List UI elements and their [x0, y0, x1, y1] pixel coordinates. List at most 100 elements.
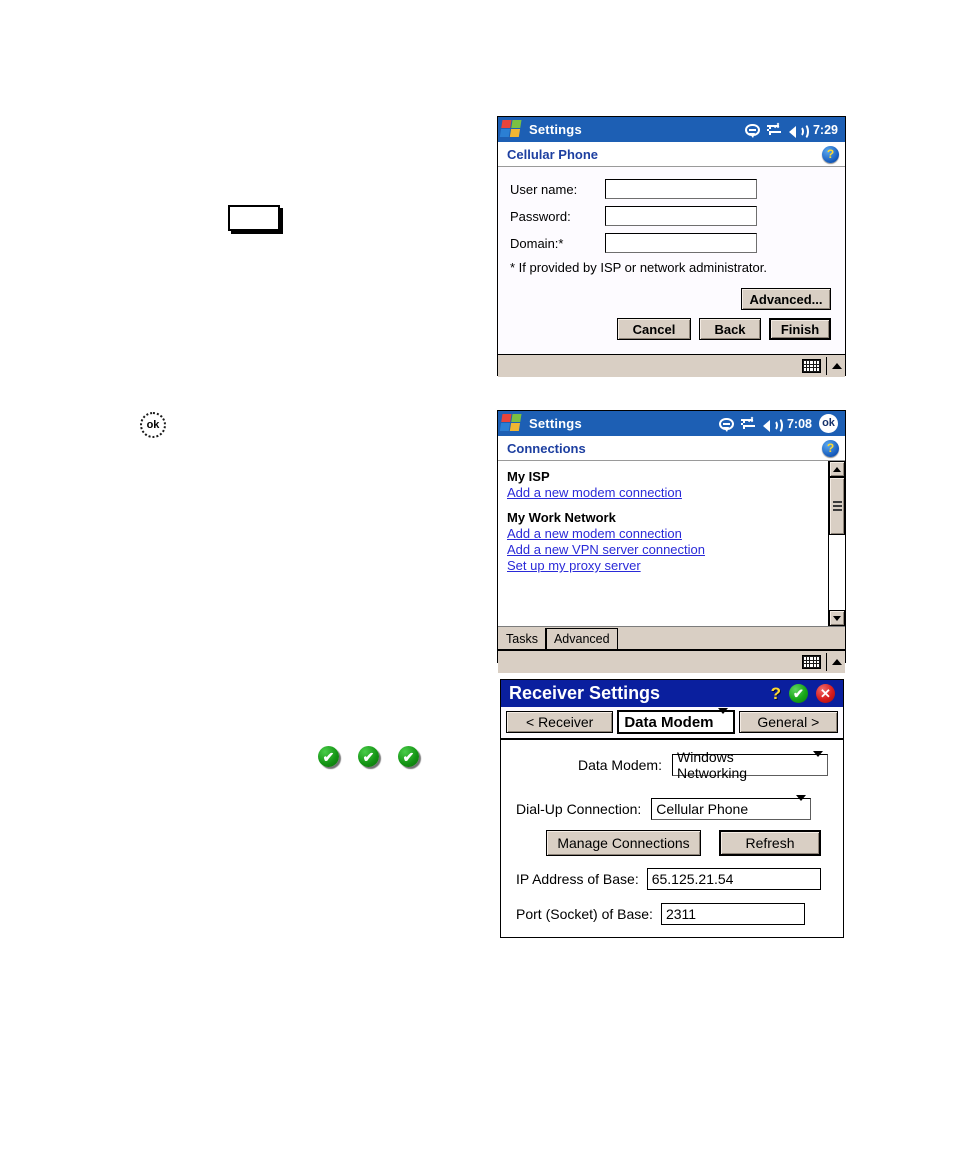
- ip-address-label: IP Address of Base:: [516, 871, 639, 887]
- page-title: Cellular Phone: [507, 146, 599, 162]
- page-title: Connections: [507, 440, 586, 456]
- chat-bubble-icon[interactable]: [718, 417, 734, 432]
- keyboard-icon[interactable]: [802, 655, 821, 669]
- titlebar: Settings 7:29: [498, 117, 845, 142]
- manage-connections-button[interactable]: Manage Connections: [546, 830, 701, 856]
- network-connection-icon[interactable]: [740, 416, 756, 430]
- ok-button[interactable]: ok: [819, 414, 838, 433]
- scroll-up-arrow-icon: [833, 466, 841, 472]
- wizard-button-row: Cancel Back Finish: [510, 318, 831, 340]
- receiver-settings-window: Receiver Settings ? ✔ ✕ < Receiver Data …: [500, 679, 844, 938]
- green-check-icon: ✔: [318, 746, 339, 767]
- dialup-connection-value: Cellular Phone: [656, 801, 749, 817]
- chevron-down-icon: [807, 751, 823, 773]
- titlebar: Receiver Settings ? ✔ ✕: [501, 680, 843, 707]
- keyboard-icon[interactable]: [802, 359, 821, 373]
- advanced-button[interactable]: Advanced...: [741, 288, 831, 310]
- green-check-icon: ✔: [398, 746, 419, 767]
- form-row-domain: Domain:*: [510, 233, 831, 253]
- form-row-dialup: Dial-Up Connection: Cellular Phone: [516, 795, 828, 820]
- system-tray: 7:08 ok: [718, 414, 845, 434]
- data-modem-dropdown[interactable]: Windows Networking: [672, 749, 828, 781]
- page-header: Connections ?: [498, 436, 845, 461]
- page-selector-dropdown[interactable]: Data Modem: [617, 707, 735, 734]
- titlebar: Settings 7:08 ok: [498, 411, 845, 436]
- username-label: User name:: [510, 181, 578, 197]
- form-row-data-modem: Data Modem: Windows Networking: [516, 749, 828, 781]
- chat-bubble-icon[interactable]: [744, 123, 760, 138]
- sip-bar: [498, 354, 845, 377]
- chevron-down-icon: [717, 707, 728, 731]
- up-arrow-icon[interactable]: [832, 659, 842, 665]
- tab-advanced[interactable]: Advanced: [545, 628, 618, 649]
- port-label: Port (Socket) of Base:: [516, 906, 653, 922]
- scroll-thumb[interactable]: [829, 477, 845, 535]
- group-title-my-work-network: My Work Network: [507, 510, 616, 525]
- back-button[interactable]: Back: [699, 318, 761, 340]
- domain-input[interactable]: [605, 233, 757, 253]
- chevron-down-icon: [790, 795, 807, 817]
- link-add-modem-connection-isp[interactable]: Add a new modem connection: [507, 485, 682, 500]
- volume-speaker-icon[interactable]: [788, 123, 809, 140]
- scroll-down-arrow-icon: [833, 615, 841, 621]
- app-title: Settings: [529, 416, 582, 431]
- password-input[interactable]: [605, 206, 757, 226]
- titlebar-buttons: ? ✔ ✕: [771, 684, 843, 703]
- domain-label: Domain:*: [510, 235, 564, 251]
- link-add-vpn-server-connection[interactable]: Add a new VPN server connection: [507, 542, 705, 557]
- green-check-icon: ✔: [358, 746, 379, 767]
- page-selector-value: Data Modem: [624, 713, 714, 731]
- ip-address-input[interactable]: 65.125.21.54: [646, 868, 821, 890]
- form-row-username: User name:: [510, 179, 831, 199]
- form-row-buttons: Manage Connections Refresh: [516, 830, 828, 856]
- port-input[interactable]: 2311: [660, 903, 805, 925]
- password-label: Password:: [510, 208, 571, 224]
- advanced-button-row: Advanced...: [510, 288, 831, 310]
- dialup-connection-label: Dial-Up Connection:: [516, 801, 642, 817]
- windows-flag-icon[interactable]: [499, 120, 523, 139]
- app-title: Settings: [529, 122, 582, 137]
- dialup-connection-dropdown[interactable]: Cellular Phone: [651, 795, 812, 820]
- volume-speaker-icon[interactable]: [762, 417, 783, 434]
- vertical-scrollbar[interactable]: [828, 461, 845, 626]
- cellular-phone-window: Settings 7:29 Cellular Phone ? User name…: [497, 116, 846, 377]
- scroll-up-button[interactable]: [829, 461, 845, 477]
- footnote: * If provided by ISP or network administ…: [510, 260, 767, 275]
- prev-page-button[interactable]: < Receiver: [506, 711, 614, 733]
- tab-tasks[interactable]: Tasks: [499, 628, 546, 649]
- system-tray: 7:29: [744, 122, 845, 140]
- scroll-track[interactable]: [829, 477, 845, 610]
- connections-list: My ISP Add a new modem connection My Wor…: [498, 461, 845, 627]
- next-page-button[interactable]: General >: [738, 711, 838, 733]
- network-connection-icon[interactable]: [766, 122, 782, 136]
- group-title-my-isp: My ISP: [507, 469, 550, 484]
- windows-flag-icon[interactable]: [499, 414, 523, 433]
- form-row-ip-address: IP Address of Base: 65.125.21.54: [516, 868, 828, 890]
- username-input[interactable]: [605, 179, 757, 199]
- divider: [826, 653, 827, 671]
- cancel-button[interactable]: Cancel: [617, 318, 691, 340]
- receiver-form-body: Data Modem: Windows Networking Dial-Up C…: [501, 740, 843, 925]
- refresh-button[interactable]: Refresh: [719, 830, 821, 856]
- form-row-password: Password:: [510, 206, 831, 226]
- data-modem-value: Windows Networking: [677, 749, 748, 781]
- sip-bar: [498, 650, 845, 673]
- help-icon[interactable]: ?: [822, 145, 839, 163]
- clock[interactable]: 7:08: [787, 417, 812, 431]
- connections-window: Settings 7:08 ok Connections ? My ISP Ad…: [497, 410, 846, 673]
- page-nav-bar: < Receiver Data Modem General >: [501, 707, 843, 740]
- help-icon[interactable]: ?: [771, 685, 781, 702]
- up-arrow-icon[interactable]: [832, 363, 842, 369]
- finish-button[interactable]: Finish: [769, 318, 831, 340]
- ok-check-button[interactable]: ✔: [789, 684, 808, 703]
- help-icon[interactable]: ?: [822, 439, 839, 457]
- divider: [826, 357, 827, 375]
- data-modem-label: Data Modem:: [577, 757, 662, 773]
- tab-bar: Tasks Advanced: [498, 627, 845, 650]
- link-set-up-my-proxy-server[interactable]: Set up my proxy server: [507, 558, 641, 573]
- page-header: Cellular Phone ?: [498, 142, 845, 167]
- close-button[interactable]: ✕: [816, 684, 835, 703]
- link-add-modem-connection-work[interactable]: Add a new modem connection: [507, 526, 682, 541]
- clock[interactable]: 7:29: [813, 123, 838, 137]
- scroll-down-button[interactable]: [829, 610, 845, 626]
